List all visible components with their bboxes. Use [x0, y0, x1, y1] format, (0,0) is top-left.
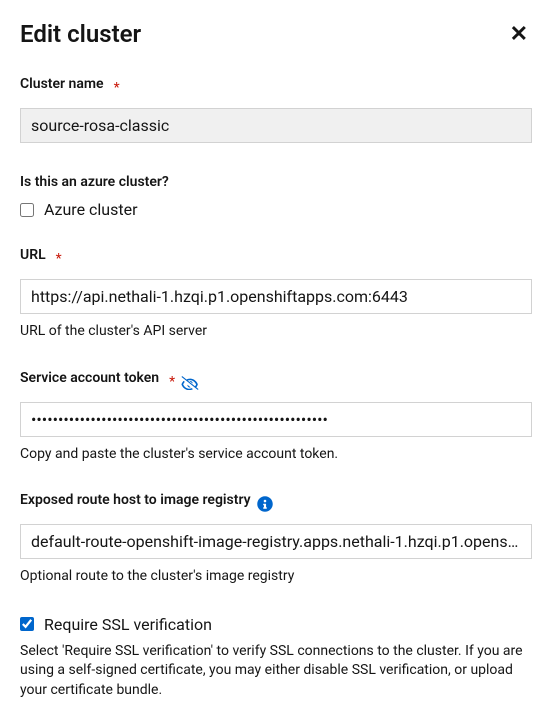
required-indicator: *: [169, 374, 175, 390]
cluster-name-label: Cluster name: [20, 76, 104, 92]
url-helper: URL of the cluster's API server: [20, 322, 532, 342]
required-indicator: *: [114, 80, 120, 96]
token-group: Service account token * Copy and paste t…: [20, 370, 532, 465]
help-icon[interactable]: [257, 496, 273, 512]
token-helper: Copy and paste the cluster's service acc…: [20, 445, 532, 465]
token-label: Service account token: [20, 370, 159, 386]
cluster-name-group: Cluster name *: [20, 76, 532, 143]
azure-checkbox[interactable]: [20, 203, 34, 217]
modal-title: Edit cluster: [20, 20, 141, 48]
token-input[interactable]: [20, 402, 532, 437]
cluster-name-input[interactable]: [20, 108, 532, 143]
exposed-route-input[interactable]: [20, 524, 532, 559]
azure-group: Is this an azure cluster? Azure cluster: [20, 171, 532, 219]
eye-slash-icon[interactable]: [181, 375, 199, 389]
azure-checkbox-label: Azure cluster: [44, 200, 138, 219]
url-input[interactable]: [20, 279, 532, 314]
ssl-group: Require SSL verification Select 'Require…: [20, 615, 532, 701]
close-button[interactable]: ✕: [506, 23, 532, 45]
required-indicator: *: [56, 251, 62, 267]
modal-header: Edit cluster ✕: [20, 20, 532, 48]
exposed-route-helper: Optional route to the cluster's image re…: [20, 567, 532, 587]
close-icon: ✕: [510, 21, 528, 46]
url-label: URL: [20, 247, 46, 263]
exposed-route-group: Exposed route host to image registry Opt…: [20, 492, 532, 587]
azure-question-label: Is this an azure cluster?: [20, 174, 169, 190]
ssl-checkbox-label: Require SSL verification: [44, 615, 212, 634]
url-group: URL * URL of the cluster's API server: [20, 247, 532, 342]
exposed-route-label: Exposed route host to image registry: [20, 492, 251, 508]
ssl-helper: Select 'Require SSL verification' to ver…: [20, 642, 532, 701]
ssl-checkbox[interactable]: [20, 617, 34, 631]
